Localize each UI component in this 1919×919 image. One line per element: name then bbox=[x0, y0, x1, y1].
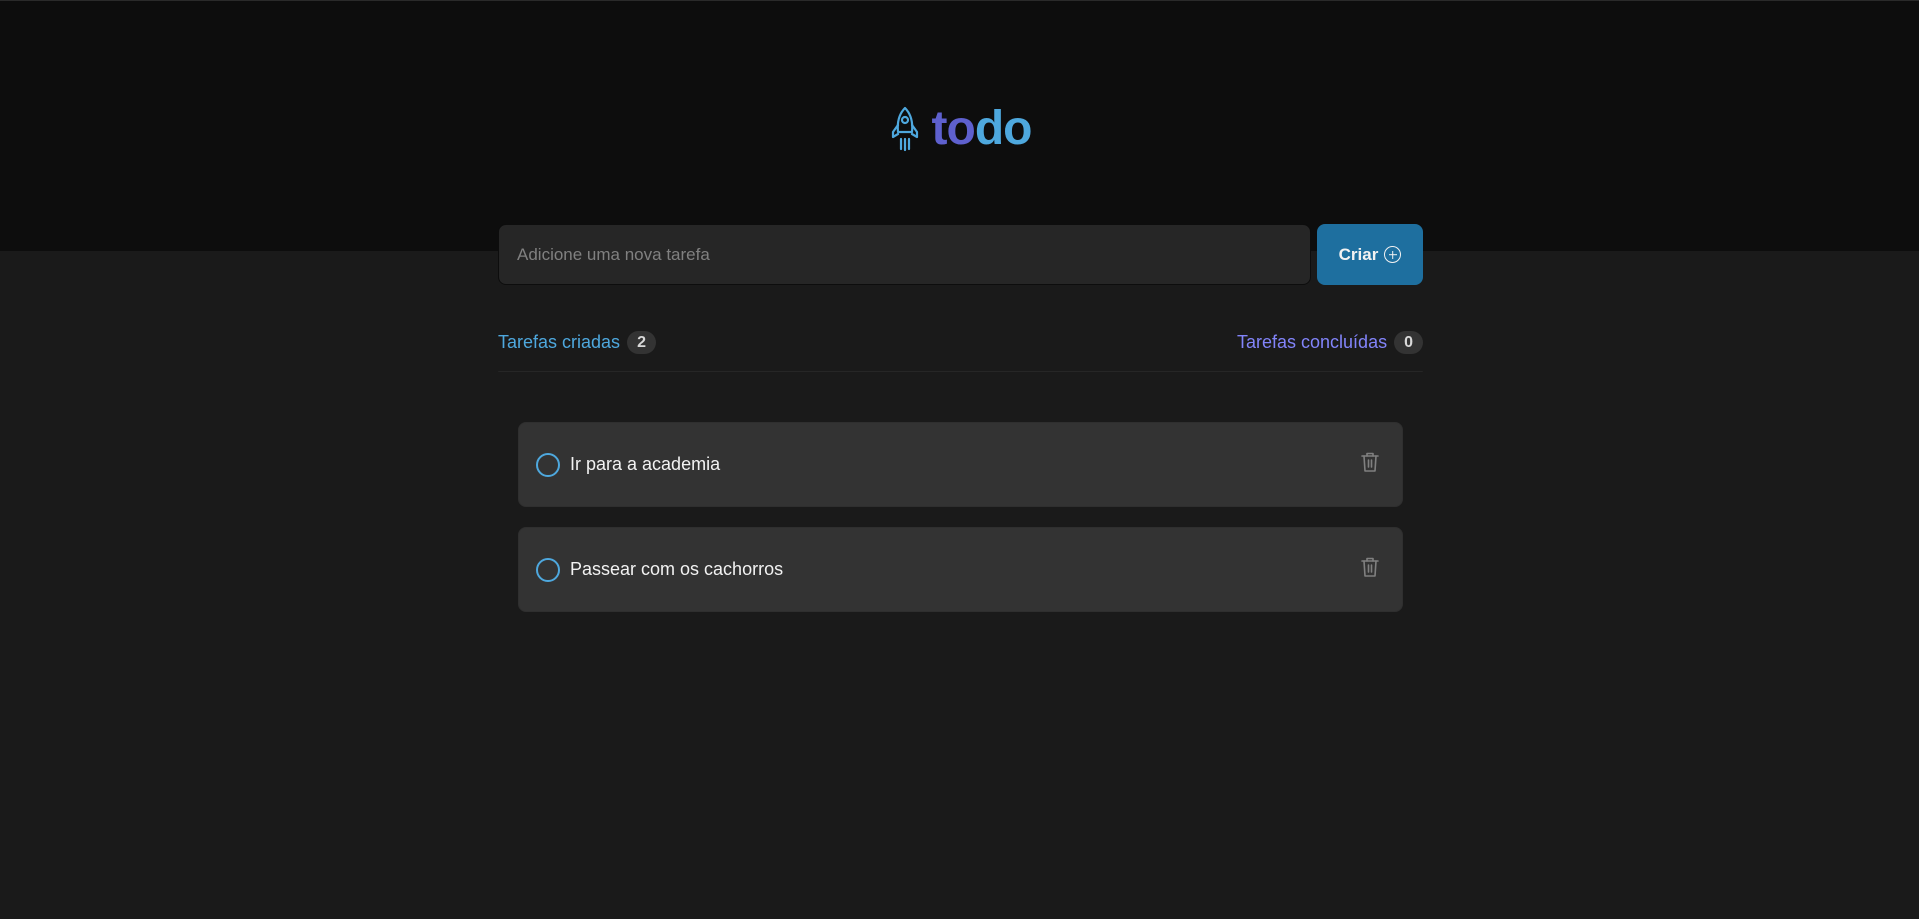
list-divider bbox=[498, 371, 1423, 372]
task-stats: Tarefas criadas 2 Tarefas concluídas 0 bbox=[498, 330, 1423, 354]
created-tasks-label: Tarefas criadas bbox=[498, 331, 621, 352]
app-title-part2: do bbox=[974, 102, 1033, 155]
rocket-icon bbox=[888, 105, 922, 153]
create-button-label: Criar bbox=[1338, 244, 1379, 264]
task-item: Passear com os cachorros bbox=[518, 527, 1403, 612]
task-text: Ir para a academia bbox=[570, 454, 721, 474]
new-task-form: Criar bbox=[498, 224, 1423, 285]
app-title: todo bbox=[931, 101, 1033, 156]
created-tasks-count: 2 bbox=[627, 330, 656, 354]
header: todo bbox=[0, 0, 1919, 251]
main-content: Criar Tarefas criadas 2 Tarefas concluíd… bbox=[498, 224, 1423, 612]
app-title-part1: to bbox=[931, 102, 976, 155]
trash-icon[interactable] bbox=[1356, 448, 1384, 476]
task-list: Ir para a academia Passear com os cachor… bbox=[498, 422, 1423, 612]
task-text: Passear com os cachorros bbox=[570, 559, 784, 579]
app-logo: todo bbox=[0, 101, 1919, 156]
created-tasks-stat: Tarefas criadas 2 bbox=[498, 330, 656, 354]
task-checkbox[interactable] bbox=[536, 557, 560, 582]
plus-circle-icon bbox=[1384, 246, 1402, 263]
task-checkbox[interactable] bbox=[536, 452, 560, 477]
completed-tasks-count: 0 bbox=[1394, 330, 1423, 354]
create-task-button[interactable]: Criar bbox=[1317, 224, 1423, 285]
new-task-input[interactable] bbox=[498, 224, 1311, 285]
completed-tasks-label: Tarefas concluídas bbox=[1237, 331, 1388, 352]
trash-icon[interactable] bbox=[1356, 553, 1384, 581]
completed-tasks-stat: Tarefas concluídas 0 bbox=[1237, 330, 1423, 354]
task-item: Ir para a academia bbox=[518, 422, 1403, 507]
